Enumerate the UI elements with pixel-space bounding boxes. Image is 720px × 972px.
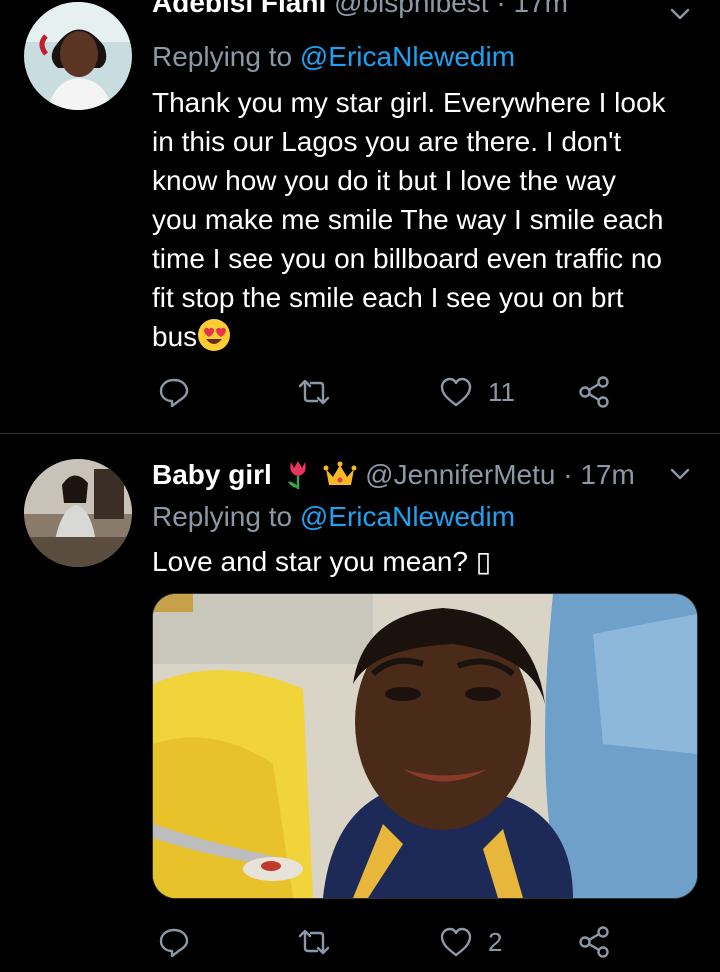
- like-button[interactable]: 11: [438, 370, 515, 414]
- tweet-actions: 11: [152, 370, 622, 414]
- avatar-photo: [24, 459, 132, 567]
- separator-dot: ·: [496, 0, 506, 18]
- tulip-emoji-icon: [287, 461, 306, 489]
- timestamp[interactable]: 17m: [580, 459, 634, 490]
- media-photo[interactable]: [152, 593, 698, 899]
- reply-icon: [159, 928, 189, 958]
- separator-dot: ·: [563, 459, 573, 490]
- mention-link[interactable]: @EricaNlewedim: [300, 41, 515, 72]
- like-count: 2: [488, 926, 503, 957]
- replying-to-label: Replying to: [152, 501, 293, 532]
- mention-link[interactable]: @EricaNlewedim: [300, 501, 515, 532]
- heart-icon: [440, 377, 472, 407]
- tweet-header: Baby girl @JenniferMetu · 17m: [152, 458, 635, 492]
- tweet-text: Thank you my star girl. Everywhere I loo…: [152, 83, 696, 356]
- share-icon: [579, 926, 609, 958]
- tweet-text-word: bus: [152, 321, 198, 352]
- tweet-text-line: Love and star you mean? ▯: [152, 546, 492, 577]
- tweet-text-line: time I see you on billboard even traffic…: [152, 243, 663, 274]
- tweet-actions: 2: [152, 920, 622, 964]
- chevron-down-icon[interactable]: [664, 460, 696, 492]
- share-button[interactable]: [576, 370, 612, 414]
- retweet-icon: [298, 929, 330, 955]
- tweet-text-line: in this our Lagos you are there. I don't: [152, 126, 622, 157]
- tweet-text-line-last: bus: [152, 317, 696, 356]
- reply-button[interactable]: [156, 370, 192, 414]
- tweet-text-line: you make me smile The way I smile each: [152, 204, 664, 235]
- chevron-down-icon[interactable]: [664, 0, 696, 32]
- retweet-icon: [298, 379, 330, 405]
- like-count: 11: [488, 376, 515, 407]
- share-button[interactable]: [576, 920, 612, 964]
- replying-to: Replying to @EricaNlewedim: [152, 38, 515, 76]
- tweet[interactable]: Baby girl @JenniferMetu · 17m Replying t…: [0, 434, 720, 972]
- replying-to: Replying to @EricaNlewedim: [152, 498, 515, 536]
- heart-eyes-emoji-icon: [198, 319, 231, 351]
- handle[interactable]: @JenniferMetu: [365, 459, 555, 490]
- tweet[interactable]: Adebisi Flani @bisphibest · 17m Replying…: [0, 0, 720, 434]
- handle[interactable]: @bisphibest: [334, 0, 489, 18]
- retweet-button[interactable]: [296, 370, 332, 414]
- reply-icon: [159, 378, 189, 408]
- display-name[interactable]: Adebisi Flani: [152, 0, 326, 18]
- tweet-header: Adebisi Flani @bisphibest · 17m: [152, 0, 568, 20]
- display-name[interactable]: Baby girl: [152, 459, 272, 490]
- avatar-photo: [24, 2, 132, 110]
- avatar[interactable]: [24, 2, 132, 110]
- retweet-button[interactable]: [296, 920, 332, 964]
- timestamp[interactable]: 17m: [513, 0, 567, 18]
- share-icon: [579, 376, 609, 408]
- heart-icon: [440, 927, 472, 957]
- photo-smiling-woman-image: [153, 594, 697, 898]
- like-button[interactable]: 2: [438, 920, 502, 964]
- tweet-text-line: know how you do it but I love the way: [152, 165, 616, 196]
- replying-to-label: Replying to: [152, 41, 293, 72]
- tweet-text-line: fit stop the smile each I see you on brt: [152, 282, 624, 313]
- reply-button[interactable]: [156, 920, 192, 964]
- avatar[interactable]: [24, 459, 132, 567]
- crown-emoji-icon: [323, 461, 357, 485]
- tweet-text: Love and star you mean? ▯: [152, 542, 696, 581]
- tweet-text-line: Thank you my star girl. Everywhere I loo…: [152, 87, 666, 118]
